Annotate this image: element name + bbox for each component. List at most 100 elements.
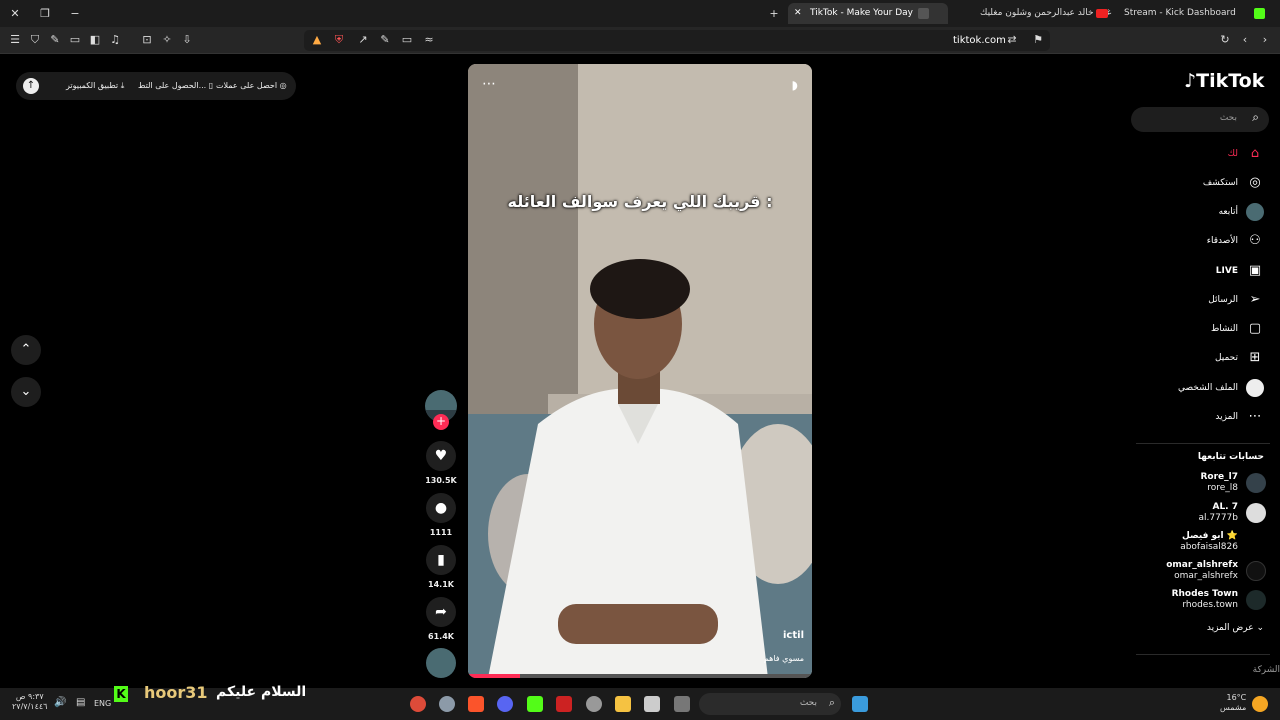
search-icon[interactable]: ⌕: [1252, 110, 1259, 125]
windows-start-icon[interactable]: [852, 696, 868, 712]
url-text[interactable]: tiktok.com: [953, 27, 1006, 54]
previous-video-button[interactable]: ⌃: [11, 335, 41, 365]
edit-icon[interactable]: ✎: [377, 32, 393, 48]
brave-rewards-icon[interactable]: ▲: [309, 32, 325, 48]
desktop-app-link[interactable]: تطبيق الكمبيوتر ⤓: [66, 72, 124, 100]
comment-count: 1111: [429, 528, 453, 537]
chevron-down-icon: ⌄: [20, 384, 32, 399]
nav-activity[interactable]: النشاط ▢: [1124, 318, 1264, 340]
following-item[interactable]: ابو فيصل ⭐ abofaisal826: [1128, 531, 1238, 553]
discord-icon[interactable]: [497, 696, 513, 712]
chrome-icon[interactable]: [410, 696, 426, 712]
taskbar-search[interactable]: ⌕ بحث: [699, 693, 841, 715]
nav-for-you[interactable]: لك ⌂: [1124, 143, 1264, 165]
following-avatar[interactable]: [1246, 473, 1266, 493]
minimize-window-icon[interactable]: −: [67, 6, 83, 22]
store-icon[interactable]: [644, 696, 660, 712]
following-item[interactable]: omar_alshrefx omar_alshrefx: [1128, 560, 1238, 582]
tiktok-logo[interactable]: ♪TikTok: [1184, 70, 1268, 98]
following-item[interactable]: Rhodes Town rhodes.town: [1128, 589, 1238, 611]
reload-icon[interactable]: ↻: [1217, 32, 1233, 48]
kick-app-icon[interactable]: [527, 696, 543, 712]
mouse-app-icon[interactable]: [586, 696, 602, 712]
see-more-link[interactable]: عرض المزيد ⌄: [1207, 623, 1264, 633]
bookmark-icon[interactable]: ⚑: [1030, 32, 1046, 48]
shield-icon[interactable]: ⛉: [27, 32, 43, 48]
task-view-icon[interactable]: [674, 696, 690, 712]
speaker-icon[interactable]: 🔊: [54, 697, 66, 708]
nav-messages[interactable]: الرسائل ➢: [1124, 289, 1264, 311]
get-app-link[interactable]: الحصول على التط... ▯: [138, 72, 213, 100]
upload-arrow-icon[interactable]: ↑: [23, 78, 39, 94]
share-icon[interactable]: ↗: [355, 32, 371, 48]
follow-plus-icon[interactable]: +: [433, 414, 449, 430]
nav-following[interactable]: أتابعه: [1124, 201, 1264, 223]
following-name: AL. 7: [1212, 502, 1238, 512]
forward-icon[interactable]: ›: [1257, 32, 1273, 48]
get-coins-link[interactable]: احصل على عملات ◎: [216, 72, 287, 100]
tab-tiktok[interactable]: ✕ TikTok - Make Your Day: [788, 3, 948, 24]
settings-icon[interactable]: [439, 696, 455, 712]
network-icon[interactable]: ▤: [76, 697, 85, 708]
comment-icon: ●: [434, 500, 448, 516]
clock[interactable]: ٩:٣٧ ص ٢٧/٧/١٤٤٦: [12, 692, 47, 712]
search-input[interactable]: ⌕ بحث: [1131, 107, 1269, 132]
new-tab-icon[interactable]: +: [766, 6, 782, 22]
brave-icon[interactable]: [468, 696, 484, 712]
back-icon[interactable]: ‹: [1237, 32, 1253, 48]
translate-icon[interactable]: ≈: [421, 32, 437, 48]
following-item[interactable]: AL. 7 al.7777b: [1128, 502, 1239, 524]
weather-widget[interactable]: 16°C مشمس: [1220, 693, 1246, 713]
close-window-icon[interactable]: ✕: [7, 6, 23, 22]
recorder-icon[interactable]: [556, 696, 572, 712]
following-avatar[interactable]: [1246, 590, 1266, 610]
nav-label: استكشف: [1202, 178, 1238, 188]
sound-disc-avatar[interactable]: [426, 648, 456, 678]
nav-friends[interactable]: الأصدقاء ⚇: [1124, 230, 1264, 252]
nav-live[interactable]: LIVE ▣: [1124, 260, 1264, 282]
following-item[interactable]: Rore_l7 rore_l8: [1128, 472, 1238, 494]
like-button[interactable]: ♥: [426, 441, 456, 471]
company-link[interactable]: الشركة: [1253, 665, 1280, 675]
reader-icon[interactable]: ⇄: [1004, 32, 1020, 48]
nav-upload[interactable]: تحميل ⊞: [1124, 347, 1264, 369]
language-indicator[interactable]: ENG: [94, 699, 111, 708]
share-button[interactable]: ➦: [426, 597, 456, 627]
volume-icon[interactable]: ◗: [792, 78, 798, 92]
extensions-icon[interactable]: ✧: [159, 32, 175, 48]
chevron-up-icon: ⌃: [20, 342, 32, 357]
screenshot-icon[interactable]: ⊡: [139, 32, 155, 48]
share-arrow-icon: ➦: [435, 604, 447, 620]
sidebar-icon[interactable]: ◧: [87, 32, 103, 48]
comment-button[interactable]: ●: [426, 493, 456, 523]
video-sound[interactable]: مسوي فاهم: [764, 654, 804, 663]
next-video-button[interactable]: ⌄: [11, 377, 41, 407]
video-player[interactable]: ⋯ ◗ قريبك اللي يعرف سوالف العائله : icti…: [468, 64, 812, 678]
window-icon[interactable]: ▭: [67, 32, 83, 48]
address-bar[interactable]: [304, 30, 1050, 51]
tab-youtube[interactable]: اغنية خالد عبدالرحمن وشلون مغليك - ...: [952, 3, 1112, 24]
file-explorer-icon[interactable]: [615, 696, 631, 712]
following-avatar[interactable]: [1246, 503, 1266, 523]
nav-label: الملف الشخصي: [1178, 383, 1238, 393]
nav-profile[interactable]: الملف الشخصي: [1124, 377, 1264, 399]
nav-more[interactable]: المزيد ⋯: [1124, 406, 1264, 428]
following-handle: abofaisal826: [1180, 542, 1238, 552]
tiktok-note-icon: ♪: [1184, 70, 1197, 92]
tab-close-icon[interactable]: ✕: [794, 3, 802, 24]
tab-kick[interactable]: Stream - Kick Dashboard: [1114, 3, 1274, 24]
restore-window-icon[interactable]: ❐: [37, 6, 53, 22]
more-options-icon[interactable]: ⋯: [482, 76, 496, 92]
nav-explore[interactable]: استكشف ◎: [1124, 172, 1264, 194]
pen-icon[interactable]: ✎: [47, 32, 63, 48]
menu-icon[interactable]: ☰: [7, 32, 23, 48]
video-username[interactable]: ictil: [783, 630, 804, 641]
following-avatar[interactable]: [1246, 561, 1266, 581]
downloads-icon[interactable]: ⇩: [179, 32, 195, 48]
save-button[interactable]: ▮: [426, 545, 456, 575]
promo-bar: ↑ تطبيق الكمبيوتر ⤓ الحصول على التط... ▯…: [16, 72, 296, 100]
music-icon[interactable]: ♫: [107, 32, 123, 48]
cast-icon[interactable]: ▭: [399, 32, 415, 48]
home-icon: ⌂: [1250, 146, 1260, 161]
brave-shields-icon[interactable]: ⛨: [331, 32, 347, 48]
